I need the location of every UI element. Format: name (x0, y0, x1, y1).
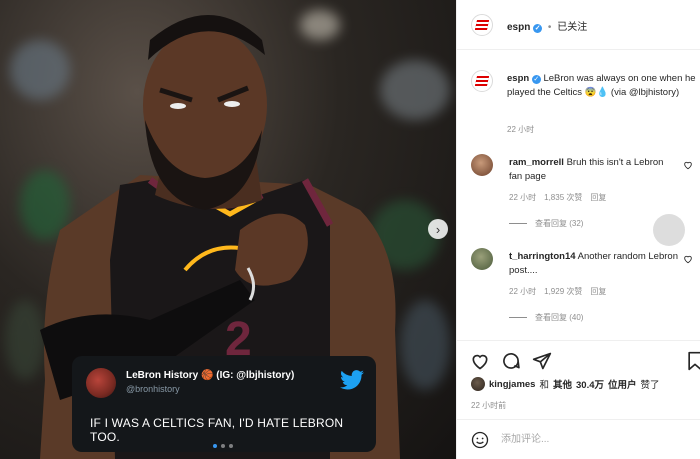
chevron-right-icon: › (435, 221, 441, 237)
likes-count[interactable]: 30.4万 (576, 377, 604, 391)
view-replies-label: 查看回复 (32) (535, 219, 584, 228)
comment-text: t_harrington14 Another random Lebron pos… (509, 250, 679, 278)
like-heart-icon[interactable] (470, 351, 490, 371)
espn-logo-icon (474, 76, 490, 86)
comment-input[interactable] (501, 428, 671, 450)
tweet-avatar (86, 368, 116, 398)
view-replies-button[interactable]: 查看回复 (32) (509, 218, 583, 229)
header-username[interactable]: espn (507, 22, 530, 33)
espn-avatar[interactable] (471, 14, 493, 36)
share-send-icon[interactable] (532, 351, 552, 371)
likes-summary: kingjames 和 其他 30.4万 位用户 赞了 (471, 377, 660, 391)
comment-meta: 22 小时 1,835 次赞 回复 (509, 192, 606, 203)
likes-others[interactable]: 其他 (553, 377, 572, 391)
carousel-dot (213, 444, 217, 448)
cursor-highlight (653, 214, 685, 246)
comment-like-count[interactable]: 1,929 次赞 (544, 286, 582, 297)
post-timestamp: 22 小时前 (471, 401, 507, 410)
comment-time: 22 小时 (509, 193, 537, 202)
following-button[interactable]: 已关注 (557, 22, 587, 33)
comment-username[interactable]: t_harrington14 (509, 251, 576, 262)
comment-time: 22 小时 (509, 287, 537, 296)
comment-reply-button[interactable]: 回复 (590, 286, 606, 297)
post-details-panel: espn ✓ • 已关注 espn ✓ LeBron was always on… (456, 0, 700, 459)
twitter-bird-icon (340, 370, 364, 390)
comment-reply-button[interactable]: 回复 (590, 192, 606, 203)
comment-like-count[interactable]: 1,835 次赞 (544, 192, 582, 203)
header-user-line: espn ✓ • 已关注 (507, 18, 587, 33)
post-header: espn ✓ • 已关注 (457, 0, 700, 50)
next-slide-button[interactable]: › (428, 219, 448, 239)
post-media[interactable]: 2 › LeBron History 🏀 (IG: @lbjhistory) @… (0, 0, 456, 459)
carousel-dot (221, 444, 225, 448)
tweet-text: IF I WAS A CELTICS FAN, I'D HATE LEBRON … (90, 416, 344, 444)
espn-logo-icon (474, 20, 490, 30)
likes-liked: 赞了 (640, 380, 660, 391)
comment-like-heart-icon[interactable] (683, 254, 693, 264)
caption-avatar[interactable] (471, 70, 493, 92)
likes-suffix: 位用户 (608, 380, 637, 391)
replies-divider (509, 317, 527, 318)
comment-username[interactable]: ram_morrell (509, 157, 564, 168)
view-replies-button[interactable]: 查看回复 (40) (509, 312, 583, 323)
tweet-author-handle: @bronhistory (126, 384, 180, 394)
verified-badge-icon: ✓ (531, 75, 541, 84)
view-replies-label: 查看回复 (40) (535, 313, 584, 322)
caption-timestamp: 22 小时 (507, 125, 535, 134)
likes-and: 和 (539, 380, 549, 391)
comment-avatar[interactable] (471, 154, 493, 176)
comment-like-heart-icon[interactable] (683, 160, 693, 170)
comment-avatar[interactable] (471, 248, 493, 270)
verified-badge-icon: ✓ (533, 24, 543, 33)
liker-username[interactable]: kingjames (489, 379, 535, 390)
save-bookmark-icon[interactable] (685, 351, 700, 371)
header-separator: • (547, 22, 552, 33)
carousel-dot (229, 444, 233, 448)
replies-divider (509, 223, 527, 224)
caption-username[interactable]: espn (507, 73, 529, 84)
post-actions-bar: kingjames 和 其他 30.4万 位用户 赞了 (457, 340, 700, 400)
emoji-icon[interactable] (471, 431, 489, 449)
comment-bubble-icon[interactable] (501, 351, 521, 371)
carousel-indicator (213, 444, 233, 448)
caption-text: espn ✓ LeBron was always on one when he … (507, 72, 697, 100)
tweet-author-name: LeBron History 🏀 (IG: @lbjhistory) (126, 370, 295, 381)
add-comment-bar (457, 419, 700, 459)
embedded-tweet-card: LeBron History 🏀 (IG: @lbjhistory) @bron… (72, 356, 376, 452)
comment-text: ram_morrell Bruh this isn't a Lebron fan… (509, 156, 679, 184)
liker-avatar[interactable] (471, 377, 485, 391)
comment-meta: 22 小时 1,929 次赞 回复 (509, 286, 606, 297)
